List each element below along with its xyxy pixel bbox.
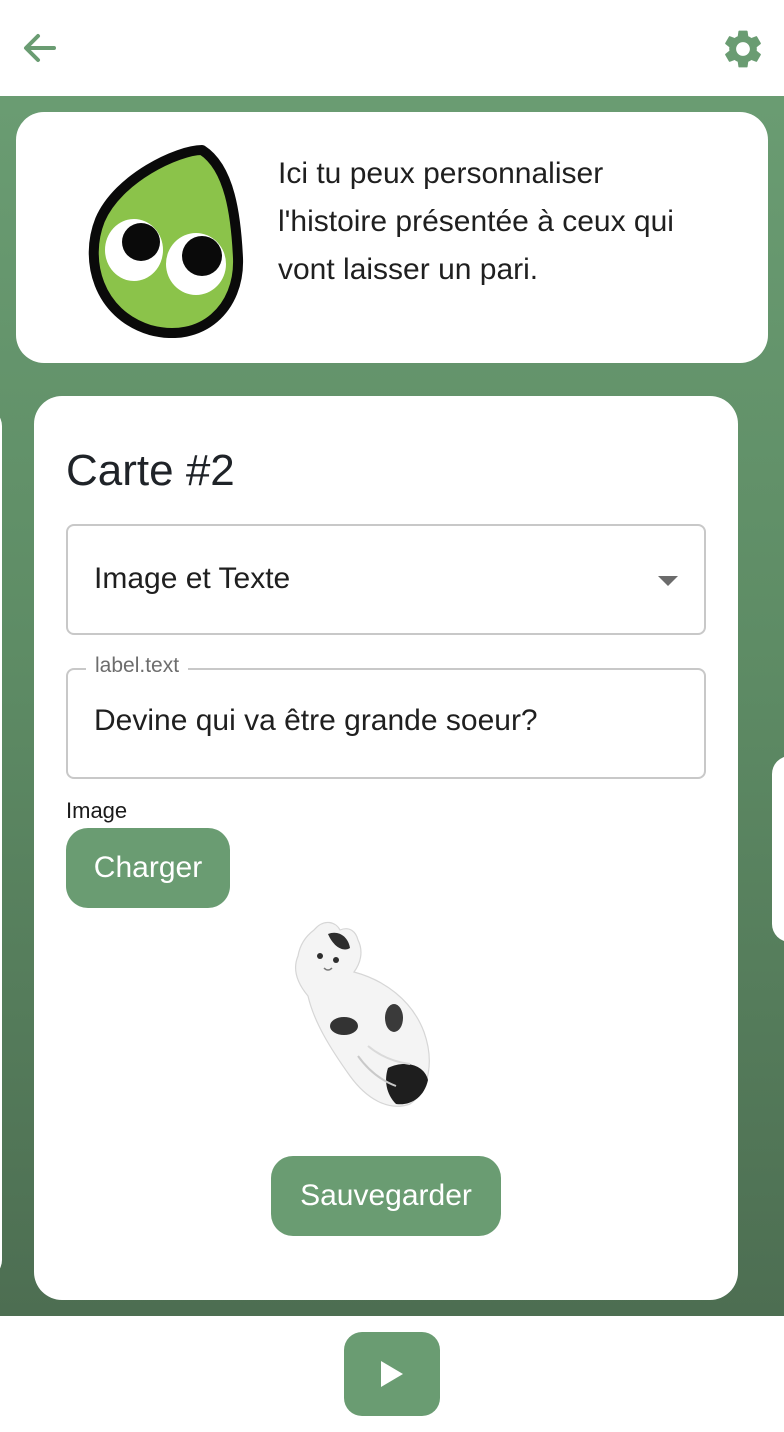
card-type-value: Image et Texte [94, 562, 291, 595]
next-card-peek[interactable] [772, 756, 784, 942]
play-icon [381, 1361, 403, 1387]
card-type-select[interactable]: Image et Texte [66, 524, 706, 635]
intro-text: Ici tu peux personnaliser l'histoire pré… [278, 157, 674, 286]
card-text-field: label.text [66, 654, 706, 779]
top-bar [0, 0, 784, 96]
save-button[interactable]: Sauvegarder [271, 1156, 501, 1236]
arrow-left-icon [24, 34, 56, 62]
card-title: Carte #2 [66, 446, 235, 495]
green-drop-mascot [88, 145, 244, 338]
gear-icon [725, 30, 761, 68]
play-button[interactable] [344, 1332, 440, 1416]
cat-image [295, 921, 430, 1107]
settings-button[interactable] [720, 26, 766, 72]
main-content: Ici tu peux personnaliser l'histoire pré… [0, 96, 784, 1316]
card-text-input[interactable] [94, 704, 684, 738]
bottom-bar [0, 1316, 784, 1432]
card-text-label: label.text [86, 654, 189, 678]
upload-button[interactable]: Charger [66, 828, 230, 908]
image-label: Image [66, 798, 128, 823]
chevron-down-icon [658, 576, 678, 586]
story-card: Carte #2 Image et Texte label.text Image… [34, 396, 738, 1300]
previous-card-peek[interactable] [0, 408, 2, 1278]
back-button[interactable] [18, 26, 62, 70]
intro-card: Ici tu peux personnaliser l'histoire pré… [16, 112, 768, 363]
